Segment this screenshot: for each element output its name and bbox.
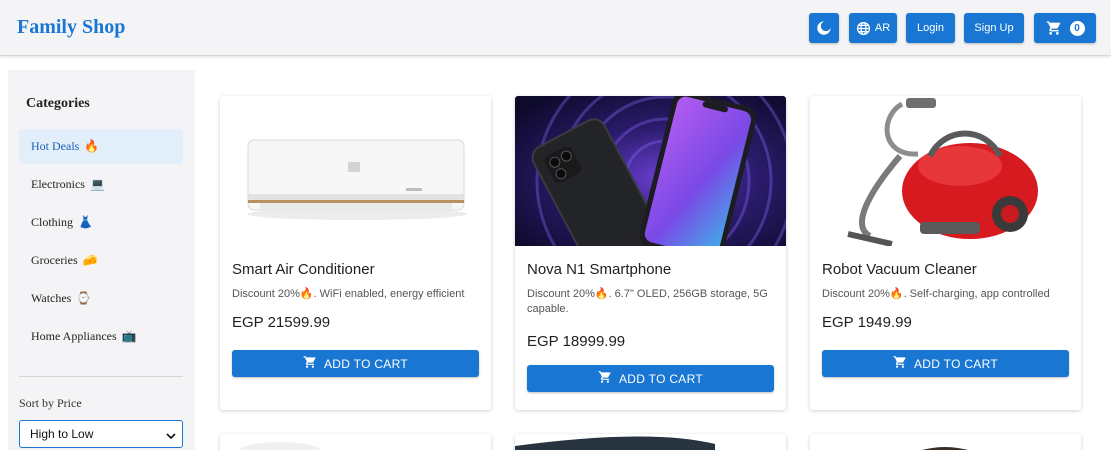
product-price: EGP 18999.99 xyxy=(527,333,626,350)
product-image-air-conditioner[interactable] xyxy=(220,96,491,246)
language-button[interactable]: AR xyxy=(849,13,897,43)
globe-icon xyxy=(856,21,871,36)
product-card: Smart Air Conditioner Discount 20%🔥. WiF… xyxy=(220,96,491,410)
product-card-partial xyxy=(220,434,491,450)
sidebar-item-label: Clothing xyxy=(31,215,74,229)
add-to-cart-button[interactable]: ADD TO CART xyxy=(232,350,479,377)
product-image-smartphone[interactable] xyxy=(515,96,786,246)
cheese-icon: 🧀 xyxy=(82,253,98,267)
sidebar-item-home-appliances[interactable]: Home Appliances 📺 xyxy=(19,319,183,354)
product-name[interactable]: Smart Air Conditioner xyxy=(232,261,375,278)
product-name[interactable]: Robot Vacuum Cleaner xyxy=(822,261,977,278)
product-card: Robot Vacuum Cleaner Discount 20%🔥. Self… xyxy=(810,96,1081,410)
watch-icon: ⌚ xyxy=(76,291,92,305)
chevron-down-icon xyxy=(166,430,176,444)
language-label: AR xyxy=(874,22,891,34)
cart-icon xyxy=(893,355,907,372)
theme-toggle-button[interactable] xyxy=(809,13,839,43)
sort-select[interactable]: High to Low xyxy=(19,420,183,448)
add-to-cart-label: ADD TO CART xyxy=(914,356,998,371)
sort-label: Sort by Price xyxy=(19,396,82,410)
sidebar-item-label: Home Appliances xyxy=(31,329,117,343)
add-to-cart-label: ADD TO CART xyxy=(619,371,703,386)
add-to-cart-label: ADD TO CART xyxy=(324,356,408,371)
product-name[interactable]: Nova N1 Smartphone xyxy=(527,261,671,278)
tv-icon: 📺 xyxy=(121,329,137,343)
cart-icon xyxy=(598,370,612,387)
add-to-cart-button[interactable]: ADD TO CART xyxy=(822,350,1069,377)
product-price: EGP 21599.99 xyxy=(232,314,331,331)
product-price: EGP 1949.99 xyxy=(822,314,912,331)
product-image-vacuum-cleaner[interactable] xyxy=(810,96,1081,246)
product-description: Discount 20%🔥. 6.7" OLED, 256GB storage,… xyxy=(527,288,768,315)
sidebar-item-label: Electronics xyxy=(31,177,85,191)
fire-icon: 🔥 xyxy=(84,139,100,153)
product-description: Discount 20%🔥. WiFi enabled, energy effi… xyxy=(232,288,465,300)
sidebar-divider xyxy=(19,376,183,377)
categories-heading: Categories xyxy=(26,96,90,111)
product-card-partial xyxy=(810,434,1081,450)
sidebar-item-hot-deals[interactable]: Hot Deals 🔥 xyxy=(19,129,183,164)
moon-icon xyxy=(816,20,832,36)
product-card-partial xyxy=(515,434,786,450)
sidebar-item-electronics[interactable]: Electronics 💻 xyxy=(19,167,183,202)
cart-button[interactable]: 0 xyxy=(1034,13,1096,43)
cart-count-badge: 0 xyxy=(1069,20,1085,36)
sidebar-item-label: Hot Deals xyxy=(31,139,80,153)
sidebar-item-label: Watches xyxy=(31,291,72,305)
laptop-icon: 💻 xyxy=(89,177,105,191)
cart-icon xyxy=(303,355,317,372)
brand-logo[interactable]: Family Shop xyxy=(17,16,125,39)
sidebar-item-groceries[interactable]: Groceries 🧀 xyxy=(19,243,183,278)
product-card: Nova N1 Smartphone Discount 20%🔥. 6.7" O… xyxy=(515,96,786,410)
login-button[interactable]: Login xyxy=(906,13,955,43)
sidebar-item-watches[interactable]: Watches ⌚ xyxy=(19,281,183,316)
sidebar-item-clothing[interactable]: Clothing 👗 xyxy=(19,205,183,240)
product-description: Discount 20%🔥. Self-charging, app contro… xyxy=(822,288,1050,300)
cart-icon xyxy=(1046,20,1062,36)
add-to-cart-button[interactable]: ADD TO CART xyxy=(527,365,774,392)
category-sidebar: Categories Hot Deals 🔥 Electronics 💻 Clo… xyxy=(8,70,195,450)
top-app-bar: Family Shop AR Login Sign Up 0 xyxy=(0,0,1111,56)
dress-icon: 👗 xyxy=(78,215,93,229)
sort-select-value: High to Low xyxy=(30,427,94,441)
sidebar-item-label: Groceries xyxy=(31,253,78,267)
signup-button[interactable]: Sign Up xyxy=(964,13,1024,43)
